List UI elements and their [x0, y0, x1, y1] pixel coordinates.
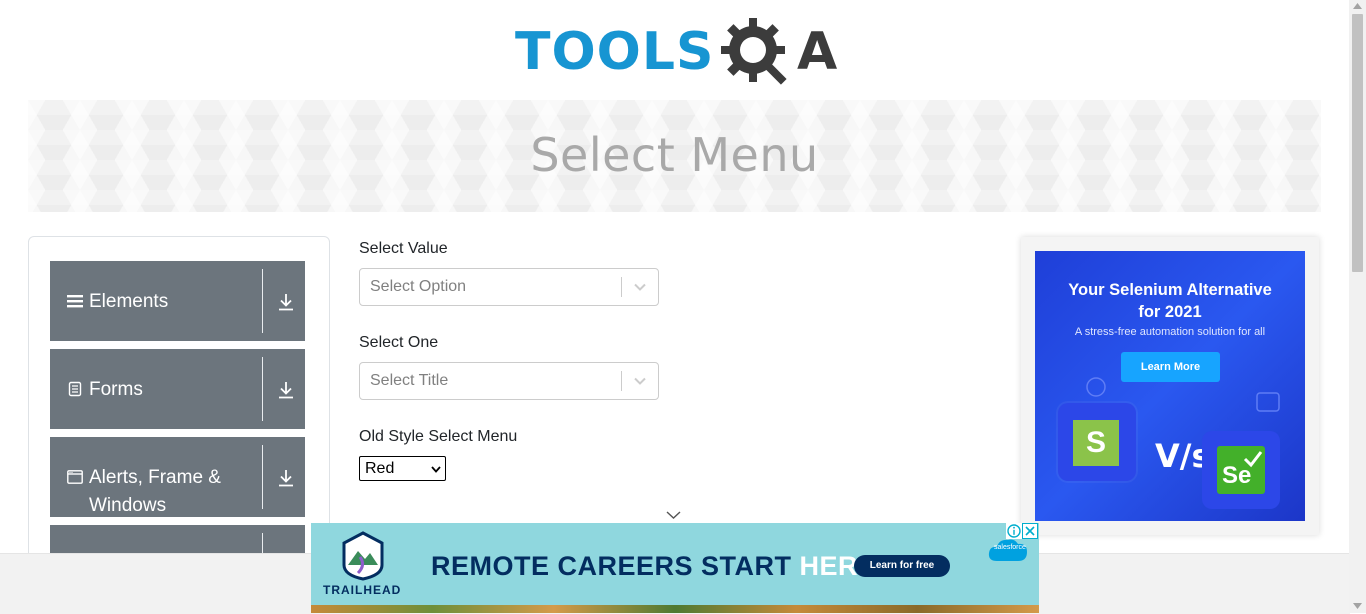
- clock-icon: [1086, 377, 1106, 397]
- document-icon: [68, 381, 82, 397]
- dropdown-arrow-icon: [431, 466, 441, 473]
- chevron-down-icon[interactable]: [632, 280, 648, 294]
- sidebar-group-elements[interactable]: Elements: [50, 261, 305, 341]
- scrollbar-thumb[interactable]: [1352, 14, 1363, 272]
- trailhead-logo-icon: [342, 531, 384, 581]
- left-sidebar: Elements Forms Alerts, Frame & Windows: [28, 236, 330, 568]
- sidebar-group-forms[interactable]: Forms: [50, 349, 305, 429]
- select-value-label: Select Value: [359, 240, 448, 257]
- divider: [262, 445, 263, 509]
- ad-title: Your Selenium Alternative for 2021: [1035, 279, 1305, 323]
- hamburger-icon: [67, 295, 83, 308]
- bottom-ad-illustration: [311, 605, 1039, 613]
- checkmark-icon: [1243, 451, 1263, 468]
- old-style-select-label: Old Style Select Menu: [359, 428, 518, 445]
- selenium-badge: Se: [1217, 446, 1265, 494]
- scroll-up-arrow-icon[interactable]: [1353, 3, 1362, 9]
- chevron-down-icon[interactable]: [632, 374, 648, 388]
- divider: [621, 371, 622, 391]
- code-window-icon: [1256, 392, 1280, 412]
- katalon-letter: S: [1086, 426, 1107, 459]
- ad-info-icon[interactable]: [1006, 523, 1022, 539]
- page-banner: Select Menu: [28, 100, 1321, 212]
- salesforce-text: salesforce: [994, 544, 1026, 551]
- ad-title-line1: Your Selenium Alternative: [1068, 281, 1272, 299]
- divider: [262, 269, 263, 333]
- window-icon: [67, 470, 83, 484]
- ad-learn-more-button[interactable]: Learn More: [1121, 352, 1220, 382]
- vertical-scrollbar[interactable]: [1349, 0, 1366, 613]
- sidebar-group-label: Elements: [89, 291, 169, 312]
- toolsqa-logo[interactable]: TOOLS A: [515, 14, 840, 92]
- katalon-logo: S: [1058, 403, 1136, 481]
- download-icon[interactable]: [277, 469, 295, 487]
- divider: [621, 277, 622, 297]
- download-icon[interactable]: [277, 381, 295, 399]
- bottom-ad[interactable]: TRAILHEAD REMOTE CAREERS START HERE. Lea…: [311, 523, 1039, 613]
- learn-for-free-button[interactable]: Learn for free: [854, 555, 950, 577]
- katalon-badge: S: [1073, 420, 1119, 466]
- sidebar-group-label: Alerts, Frame & Windows: [89, 467, 221, 516]
- logo-a-text: A: [797, 22, 838, 82]
- divider: [262, 357, 263, 421]
- trailhead-brand: TRAILHEAD: [323, 583, 402, 597]
- sidebar-group-alerts-frame-windows[interactable]: Alerts, Frame & Windows: [50, 437, 305, 517]
- sidebar-group-label: Forms: [89, 379, 143, 400]
- select-one-dropdown[interactable]: Select Title: [359, 362, 659, 400]
- select-one-placeholder: Select Title: [370, 372, 449, 389]
- ad-title-line2: for 2021: [1138, 303, 1202, 321]
- side-ad[interactable]: Your Selenium Alternative for 2021 A str…: [1035, 251, 1305, 521]
- select-value-dropdown[interactable]: Select Option: [359, 268, 659, 306]
- old-style-select-value: Red: [365, 460, 395, 477]
- select-value-placeholder: Select Option: [370, 278, 467, 295]
- scroll-down-arrow-icon[interactable]: [1353, 603, 1362, 609]
- logo-text: TOOLS: [515, 22, 715, 82]
- selenium-logo: Se: [1202, 431, 1280, 509]
- select-one-label: Select One: [359, 334, 439, 351]
- chevron-down-icon[interactable]: [666, 510, 681, 520]
- ad-close-icon[interactable]: [1022, 523, 1038, 539]
- ad-subtitle: A stress-free automation solution for al…: [1074, 326, 1266, 338]
- gear-magnifier-icon: [721, 18, 787, 85]
- download-icon[interactable]: [277, 293, 295, 311]
- old-style-select[interactable]: Red: [359, 456, 446, 481]
- headline-main: REMOTE CAREERS START: [431, 551, 800, 581]
- bottom-ad-headline: REMOTE CAREERS START HERE.: [431, 551, 885, 582]
- page-title: Select Menu: [530, 128, 819, 182]
